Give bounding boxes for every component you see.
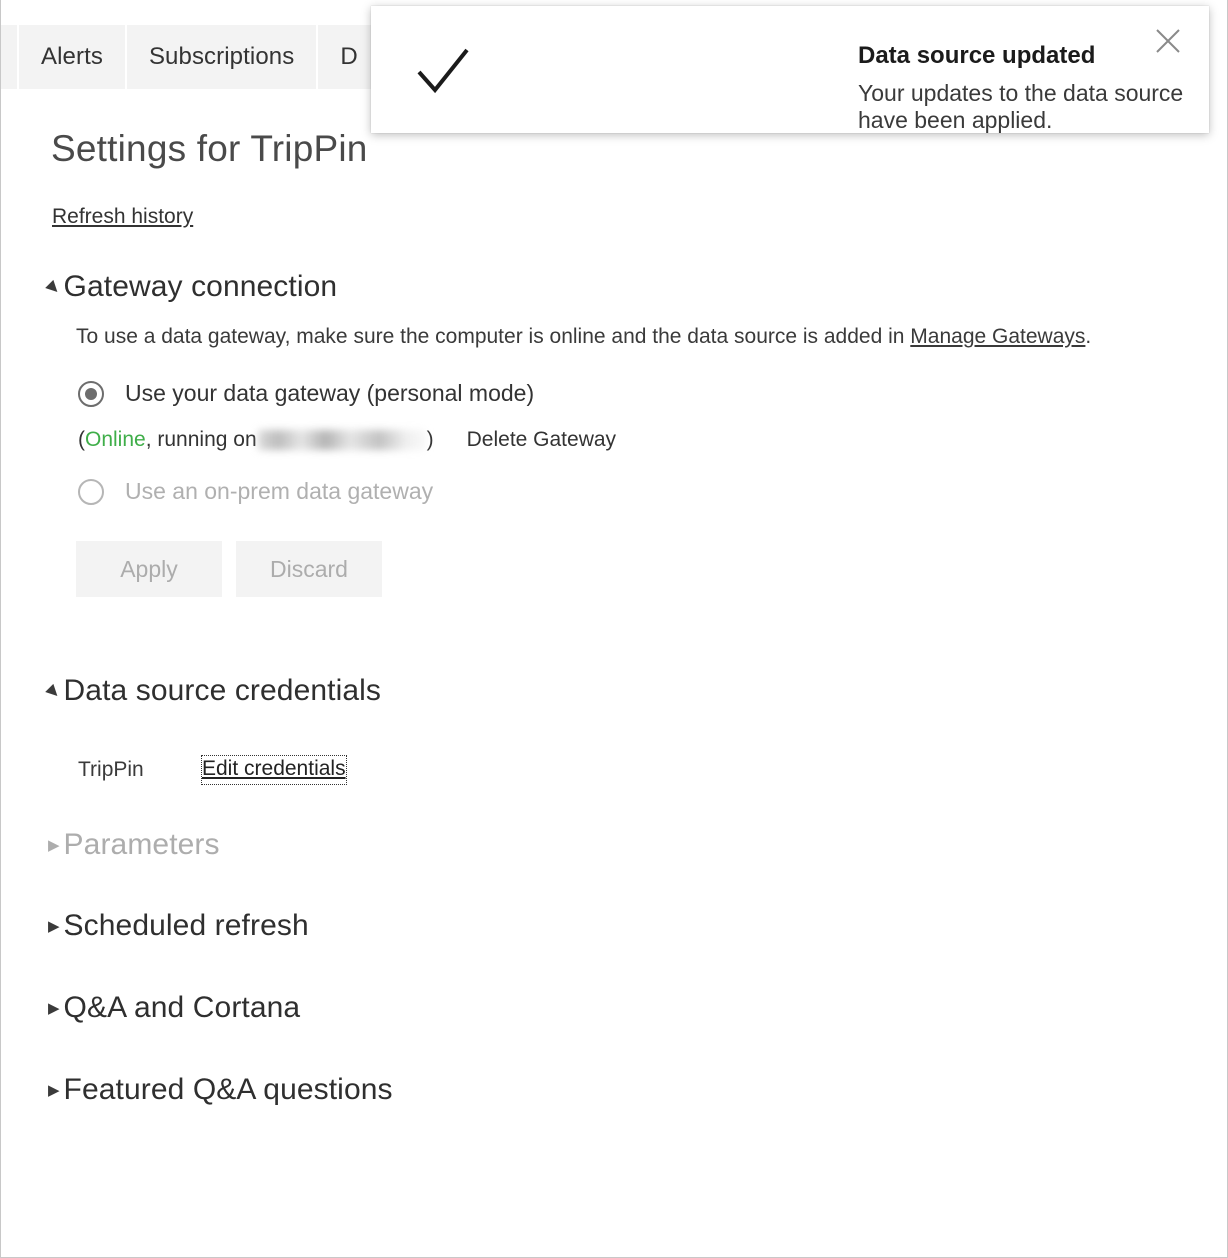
radio-option-personal-gateway[interactable]: Use your data gateway (personal mode) <box>78 380 1227 407</box>
settings-window: Alerts Subscriptions D Settings for Trip… <box>0 0 1228 1258</box>
close-icon[interactable] <box>1151 24 1185 58</box>
section-header-qa-and-cortana[interactable]: ▶ Q&A and Cortana <box>48 991 1227 1025</box>
radio-label-onprem-gateway: Use an on-prem data gateway <box>125 478 434 504</box>
tab-bar-leading-gap <box>1 25 19 89</box>
tab-alerts-label: Alerts <box>41 43 103 70</box>
radio-button-selected-icon[interactable] <box>78 380 104 407</box>
triangle-collapsed-icon: ▶ <box>48 1081 60 1099</box>
refresh-history-link[interactable]: Refresh history <box>52 205 193 229</box>
section-title-scheduled-refresh: Scheduled refresh <box>63 909 309 942</box>
triangle-collapsed-icon: ▶ <box>48 917 60 935</box>
triangle-expanded-icon: ▶ <box>43 276 64 298</box>
apply-button[interactable]: Apply <box>76 541 222 597</box>
section-title-gateway-connection: Gateway connection <box>63 270 338 303</box>
gateway-status-row: (Online, running on ) Delete Gateway <box>78 428 1227 452</box>
status-badge-online: Online <box>85 428 146 451</box>
radio-label-personal-gateway: Use your data gateway (personal mode) <box>125 380 535 406</box>
section-title-parameters: Parameters <box>63 828 220 861</box>
redacted-hostname <box>257 430 426 450</box>
status-close-paren: ) <box>426 428 434 451</box>
gateway-action-buttons: Apply Discard <box>76 541 1227 597</box>
gateway-description-text-after: . <box>1085 325 1092 348</box>
tab-alerts[interactable]: Alerts <box>19 25 127 89</box>
table-row: TripPin Edit credentials <box>78 755 1227 785</box>
radio-option-onprem-gateway[interactable]: Use an on-prem data gateway <box>78 478 1227 505</box>
settings-content: Settings for TripPin Refresh history ▶ G… <box>1 89 1227 1107</box>
tab-third-label: D <box>340 43 358 70</box>
delete-gateway-link[interactable]: Delete Gateway <box>467 428 616 452</box>
section-title-featured-qa-questions: Featured Q&A questions <box>63 1073 393 1106</box>
radio-button-unselected-icon[interactable] <box>78 478 104 505</box>
section-title-data-source-credentials: Data source credentials <box>63 674 382 707</box>
gateway-description-text-before: To use a data gateway, make sure the com… <box>76 325 911 348</box>
discard-button[interactable]: Discard <box>236 541 382 597</box>
toast-title: Data source updated <box>858 42 1096 69</box>
manage-gateways-link[interactable]: Manage Gateways <box>910 325 1085 348</box>
toast-notification: Data source updated Your updates to the … <box>371 6 1209 133</box>
tab-subscriptions-label: Subscriptions <box>148 43 295 70</box>
credential-source-name: TripPin <box>78 758 144 781</box>
tab-subscriptions[interactable]: Subscriptions <box>126 25 319 89</box>
edit-credentials-link[interactable]: Edit credentials <box>201 755 347 785</box>
triangle-expanded-icon: ▶ <box>43 680 64 702</box>
page-title: Settings for TripPin <box>51 128 368 169</box>
section-header-featured-qa-questions[interactable]: ▶ Featured Q&A questions <box>48 1073 1227 1107</box>
section-title-qa-and-cortana: Q&A and Cortana <box>63 991 301 1024</box>
section-header-scheduled-refresh[interactable]: ▶ Scheduled refresh <box>48 909 1227 943</box>
status-running-on-text: , running on <box>145 428 257 451</box>
gateway-description: To use a data gateway, make sure the com… <box>76 320 1196 354</box>
section-header-gateway-connection[interactable]: ▶ Gateway connection <box>44 270 1227 304</box>
status-open-paren: ( <box>78 428 85 451</box>
triangle-collapsed-icon: ▶ <box>48 999 60 1017</box>
section-header-data-source-credentials[interactable]: ▶ Data source credentials <box>44 674 1227 708</box>
triangle-collapsed-icon: ▶ <box>48 836 60 854</box>
check-icon <box>417 48 469 94</box>
toast-message: Your updates to the data source have bee… <box>858 80 1184 133</box>
section-header-parameters[interactable]: ▶ Parameters <box>48 828 1227 862</box>
